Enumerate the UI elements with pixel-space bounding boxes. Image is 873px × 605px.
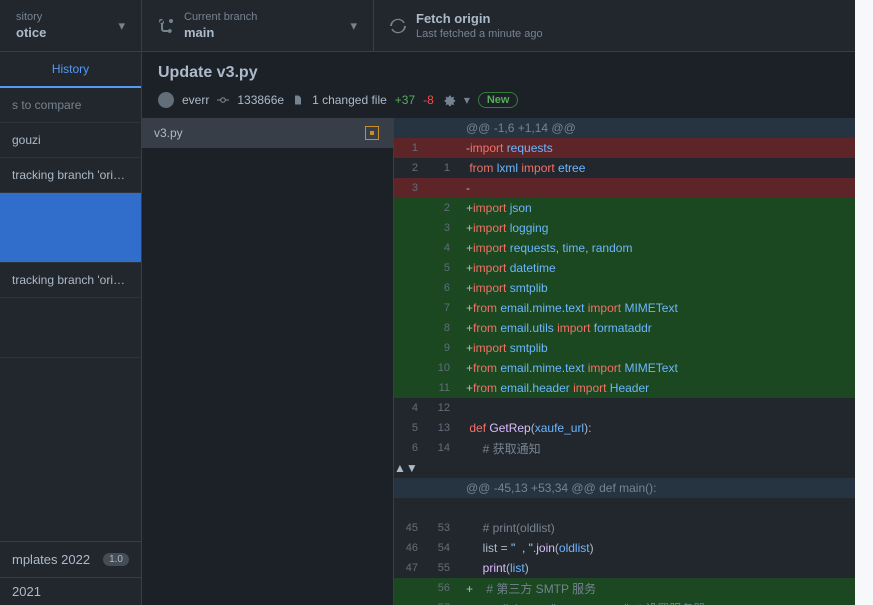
fetch-button[interactable]: Fetch origin Last fetched a minute ago: [374, 0, 873, 51]
diff-line: 1-import requests: [394, 138, 873, 158]
diff-line: 4553 # print(oldlist): [394, 518, 873, 538]
commit-item[interactable]: [0, 298, 141, 358]
diff-line: 4755 print(list): [394, 558, 873, 578]
commit-title: Update v3.py: [158, 64, 857, 82]
diff-line: 21 from lxml import etree: [394, 158, 873, 178]
templates-year: 2022: [61, 552, 90, 567]
diff-line: [394, 498, 873, 518]
changed-files: 1 changed file: [312, 93, 387, 107]
diff-view[interactable]: @@ -1,6 +1,14 @@1-import requests21 from…: [394, 118, 873, 605]
file-item[interactable]: v3.py: [142, 118, 393, 148]
diff-line: 11+from email.header import Header: [394, 378, 873, 398]
chevron-down-icon: ▾: [330, 18, 357, 34]
diff-line: 57+ mail_host = "smtp.qq.com" # 设置服务器: [394, 598, 873, 605]
repo-label: sitory: [16, 11, 46, 23]
expand-hunk[interactable]: ▲▼: [394, 458, 873, 478]
modified-icon: [365, 126, 379, 140]
repo-value: otice: [16, 25, 46, 40]
chevron-down-icon: ▾: [98, 18, 125, 34]
version-badge: 1.0: [103, 553, 129, 566]
diff-line: 10+from email.mime.text import MIMEText: [394, 358, 873, 378]
fetch-value: Last fetched a minute ago: [416, 28, 543, 40]
diff-line: 6+import smtplib: [394, 278, 873, 298]
templates-label: mplates: [12, 552, 58, 567]
templates-item[interactable]: mplates 2022 1.0: [0, 541, 141, 577]
diff-line: 412: [394, 398, 873, 418]
file-name: v3.py: [154, 126, 183, 140]
diff-line: 513 def GetRep(xaufe_url):: [394, 418, 873, 438]
diff-line: 56+ # 第三方 SMTP 服务: [394, 578, 873, 598]
sidebar: History s to compare gouzi tracking bran…: [0, 52, 142, 605]
file-list: v3.py: [142, 118, 394, 605]
compare-selector[interactable]: s to compare: [0, 88, 141, 123]
branch-label: Current branch: [184, 11, 257, 23]
deletions: -8: [423, 93, 434, 107]
year-item[interactable]: 2021: [0, 577, 141, 605]
diff-icon: [292, 94, 304, 106]
diff-line: 4654 list = " , ".join(oldlist): [394, 538, 873, 558]
avatar: [158, 92, 174, 108]
branch-value: main: [184, 25, 257, 40]
diff-line: 7+from email.mime.text import MIMEText: [394, 298, 873, 318]
branch-icon: [158, 18, 174, 34]
diff-line: 3+import logging: [394, 218, 873, 238]
new-badge[interactable]: New: [478, 92, 519, 108]
window-edge: [855, 0, 873, 605]
tab-history[interactable]: History: [0, 52, 141, 88]
author: everr: [182, 93, 209, 107]
diff-line: 3-: [394, 178, 873, 198]
sync-icon: [390, 18, 406, 34]
chevron-down-icon[interactable]: ▾: [464, 93, 470, 107]
diff-line: 614 # 获取通知: [394, 438, 873, 458]
diff-line: @@ -45,13 +53,34 @@ def main():: [394, 478, 873, 498]
commit-item[interactable]: gouzi: [0, 123, 141, 158]
diff-line: 2+import json: [394, 198, 873, 218]
diff-line: @@ -1,6 +1,14 @@: [394, 118, 873, 138]
repo-selector[interactable]: sitory otice ▾: [0, 0, 142, 51]
commit-item[interactable]: tracking branch 'ori…: [0, 158, 141, 193]
additions: +37: [395, 93, 415, 107]
sha: 133866e: [237, 93, 284, 107]
commit-item-selected[interactable]: [0, 193, 141, 263]
commit-item[interactable]: tracking branch 'ori…: [0, 263, 141, 298]
fetch-label: Fetch origin: [416, 11, 543, 26]
diff-line: 4+import requests, time, random: [394, 238, 873, 258]
topbar: sitory otice ▾ Current branch main ▾ Fet…: [0, 0, 873, 52]
commit-icon: [217, 94, 229, 106]
commit-header: Update v3.py: [142, 52, 873, 88]
gear-icon[interactable]: [442, 93, 456, 107]
diff-line: 8+from email.utils import formataddr: [394, 318, 873, 338]
commit-meta: everr 133866e 1 changed file +37 -8 ▾ Ne…: [142, 88, 873, 118]
branch-selector[interactable]: Current branch main ▾: [142, 0, 374, 51]
diff-line: 5+import datetime: [394, 258, 873, 278]
diff-line: 9+import smtplib: [394, 338, 873, 358]
